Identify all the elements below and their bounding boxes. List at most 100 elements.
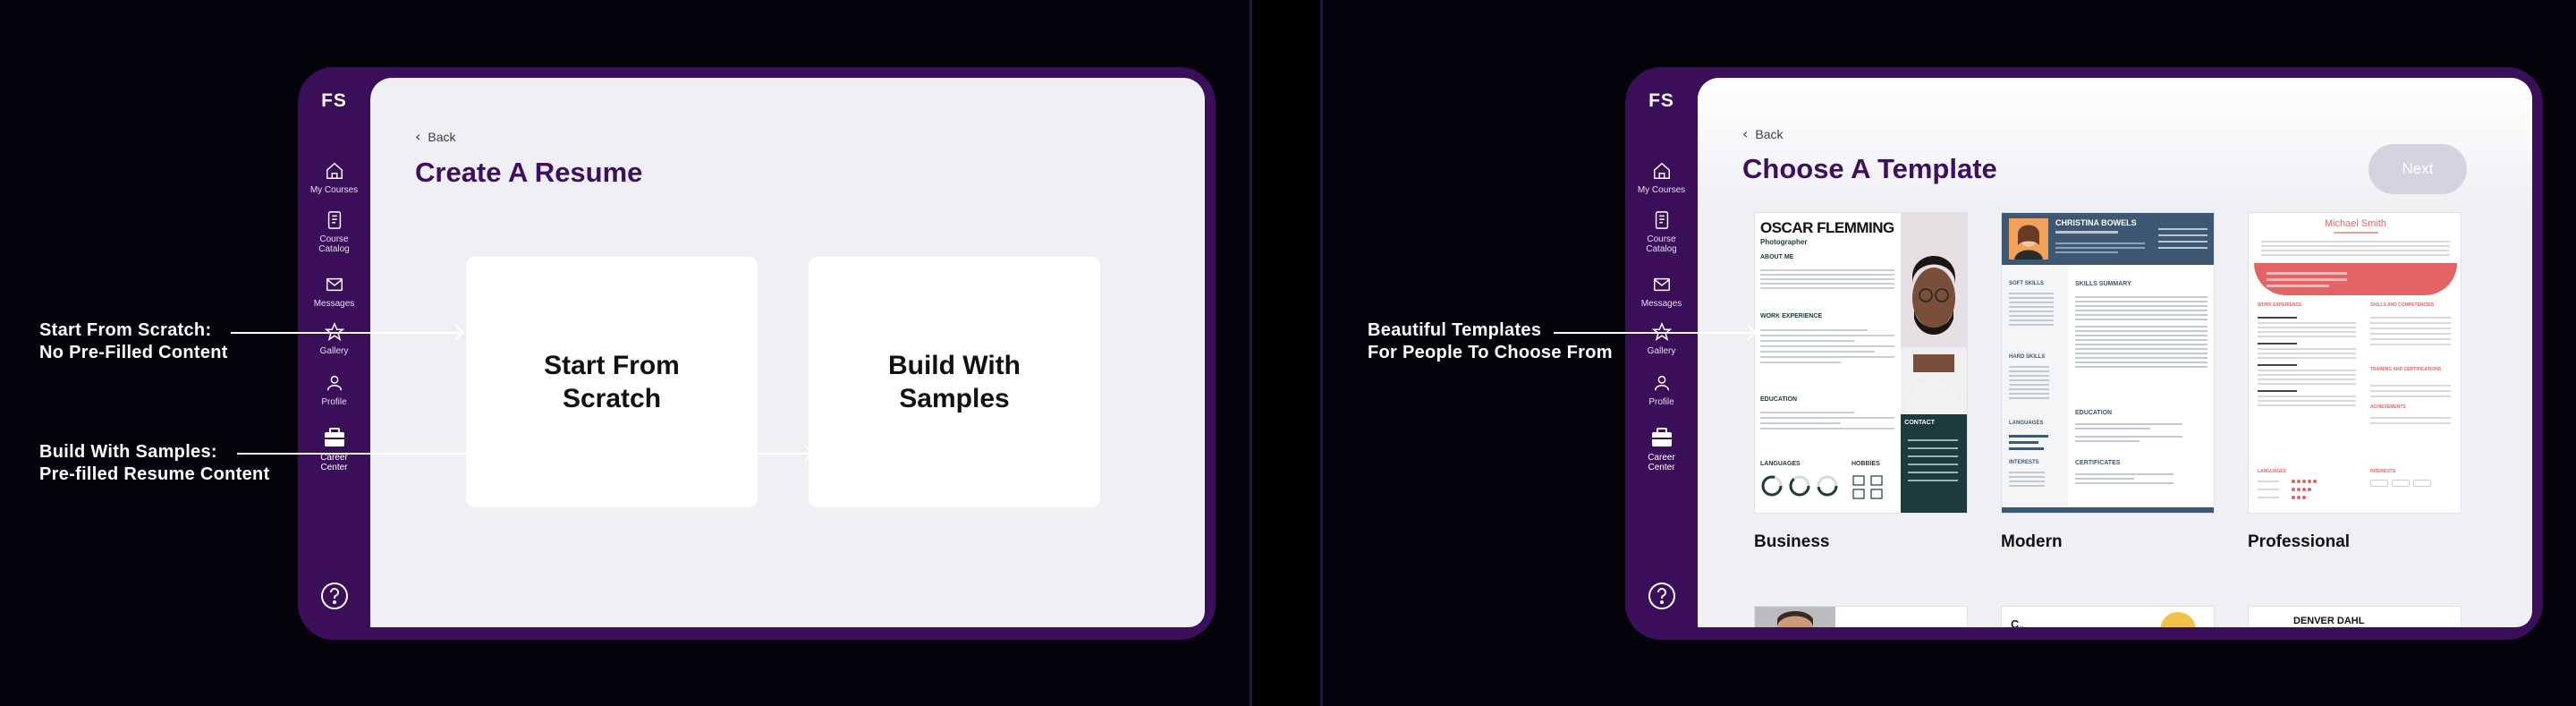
template-modern[interactable]: CHRISTINA BOWELS SOFT SKILLS HARD SKILLS… (2001, 212, 2215, 514)
main-screen: ‹ Back Create A Resume Start From Scratc… (370, 78, 1205, 627)
device-frame: FS My Courses Course Catalog Messages Ga… (1625, 67, 2543, 640)
sidebar-item-label: Gallery (319, 346, 349, 356)
sidebar-item-label: Course Catalog (1646, 234, 1677, 254)
left-panel: FS My Courses Course Catalog Messages Ga… (0, 0, 1252, 706)
home-icon (326, 162, 343, 179)
template-label-business: Business (1754, 532, 1830, 551)
section-heading: LANGUAGES (2009, 421, 2044, 426)
sidebar-item-label: My Courses (1637, 185, 1686, 195)
back-label: Back (428, 129, 456, 144)
page-title: Choose A Template (1742, 153, 1997, 184)
annotation-line: No Pre-Filled Content (39, 343, 228, 362)
card-label: Start From Scratch (544, 351, 680, 413)
portrait-photo (2009, 218, 2048, 259)
section-heading: SKILLS AND COMPETENCIES (2370, 302, 2435, 308)
sidebar-item-my-courses[interactable]: My Courses (1625, 161, 1698, 195)
app-logo: FS (321, 90, 347, 111)
template-card[interactable] (1754, 606, 1968, 627)
help-icon (320, 583, 348, 609)
sidebar-item-label: Gallery (1647, 346, 1676, 356)
section-heading: ACHIEVEMENTS (2370, 404, 2406, 410)
section-heading: HOBBIES (1852, 461, 1880, 467)
back-label: Back (1755, 126, 1784, 141)
sidebar-item-label: Messages (1640, 299, 1682, 309)
chevron-left-icon: ‹ (415, 128, 421, 145)
section-heading: LANGUAGES (2258, 469, 2286, 474)
template-card[interactable]: DENVER DAHL (2248, 606, 2462, 627)
help-button[interactable] (298, 582, 370, 610)
book-icon (1655, 211, 1668, 229)
mail-icon (326, 277, 343, 292)
card-label: Build With Samples (887, 351, 1021, 413)
sidebar-item-label: Profile (1648, 397, 1674, 407)
sidebar-item-career-center[interactable]: Career Center (1625, 427, 1698, 472)
annotation-beautiful-templates: Beautiful Templates For People To Choose… (1368, 319, 1613, 364)
resume-role: Photographer (1760, 238, 1808, 246)
back-link[interactable]: ‹ Back (1742, 125, 1784, 142)
chevron-left-icon: ‹ (1742, 125, 1749, 142)
start-from-scratch-card[interactable]: Start From Scratch (466, 257, 758, 507)
template-label-professional: Professional (2248, 532, 2351, 551)
sidebar-item-label: Messages (313, 299, 355, 309)
next-button[interactable]: Next (2368, 144, 2467, 194)
sidebar-item-label: Profile (321, 397, 347, 407)
book-icon (327, 211, 341, 229)
sidebar-item-career-center[interactable]: Career Center (298, 427, 370, 472)
annotation-line: Build With Samples: (39, 442, 217, 462)
mail-icon (1653, 277, 1670, 292)
help-icon (1648, 583, 1675, 609)
section-heading: HARD SKILLS (2009, 354, 2046, 360)
sidebar-item-profile[interactable]: Profile (1625, 373, 1698, 407)
right-panel: FS My Courses Course Catalog Messages Ga… (1320, 0, 2576, 706)
annotation-line: Pre-filled Resume Content (39, 464, 270, 484)
sidebar: FS My Courses Course Catalog Messages Ga… (298, 67, 370, 640)
annotation-start-from-scratch: Start From Scratch: No Pre-Filled Conten… (39, 319, 228, 364)
resume-name: Michael Smith (2324, 218, 2387, 229)
help-button[interactable] (1625, 582, 1698, 610)
annotation-arrow (231, 332, 460, 334)
back-link[interactable]: ‹ Back (415, 128, 456, 145)
contact-heading: CONTACT (1904, 420, 1935, 426)
template-business[interactable]: CONTACT OSCAR FLEMMING Photographer ABOU… (1754, 212, 1968, 514)
section-heading: INTERESTS (2009, 460, 2039, 465)
section-heading: SOFT SKILLS (2009, 281, 2044, 286)
annotation-line: Start From Scratch: (39, 320, 212, 340)
sidebar-item-gallery[interactable]: Gallery (1625, 322, 1698, 356)
template-label-modern: Modern (2001, 532, 2063, 551)
annotation-line: For People To Choose From (1368, 343, 1613, 362)
template-card[interactable]: C.. (2001, 606, 2215, 627)
sidebar-item-my-courses[interactable]: My Courses (298, 161, 370, 195)
sidebar-item-messages[interactable]: Messages (1625, 275, 1698, 309)
resume-name: DENVER DAHL (2293, 616, 2365, 626)
language-rings (1761, 475, 1838, 497)
sidebar-item-course-catalog[interactable]: Course Catalog (298, 210, 370, 254)
main-screen: ‹ Back Choose A Template Next CONTACT OS… (1698, 78, 2532, 627)
section-heading: TRAINING AND CERTIFICATIONS (2370, 367, 2442, 372)
sidebar: FS My Courses Course Catalog Messages Ga… (1625, 67, 1698, 640)
person-icon (1654, 375, 1669, 391)
sidebar-item-label: My Courses (309, 185, 359, 195)
sidebar-item-messages[interactable]: Messages (298, 275, 370, 309)
language-ratings (2258, 480, 2317, 499)
sidebar-item-profile[interactable]: Profile (298, 373, 370, 407)
hobby-icons (1852, 475, 1883, 499)
app-logo: FS (1648, 90, 1674, 111)
annotation-arrow (237, 453, 809, 455)
sidebar-item-label: Career Center (1648, 453, 1675, 472)
home-icon (1653, 162, 1670, 179)
portrait-photo (1901, 213, 1967, 421)
section-heading: LANGUAGES (1760, 461, 1801, 467)
section-heading: ABOUT ME (1760, 254, 1794, 260)
section-heading: WORK EXPERIENCE (1760, 313, 1823, 319)
sidebar-item-gallery[interactable]: Gallery (298, 322, 370, 356)
sidebar-item-label: Course Catalog (318, 234, 350, 254)
annotation-arrow (1554, 332, 1752, 334)
sidebar-item-course-catalog[interactable]: Course Catalog (1625, 210, 1698, 254)
section-heading: SKILLS SUMMARY (2075, 281, 2131, 287)
annotation-line: Beautiful Templates (1368, 320, 1542, 340)
template-professional[interactable]: Michael Smith WORK EXPERIENCE SKILLS AND… (2248, 212, 2462, 514)
device-frame: FS My Courses Course Catalog Messages Ga… (298, 67, 1216, 640)
section-heading: CERTIFICATES (2075, 460, 2121, 466)
build-with-samples-card[interactable]: Build With Samples (809, 257, 1100, 507)
section-heading: WORK EXPERIENCE (2258, 302, 2302, 308)
